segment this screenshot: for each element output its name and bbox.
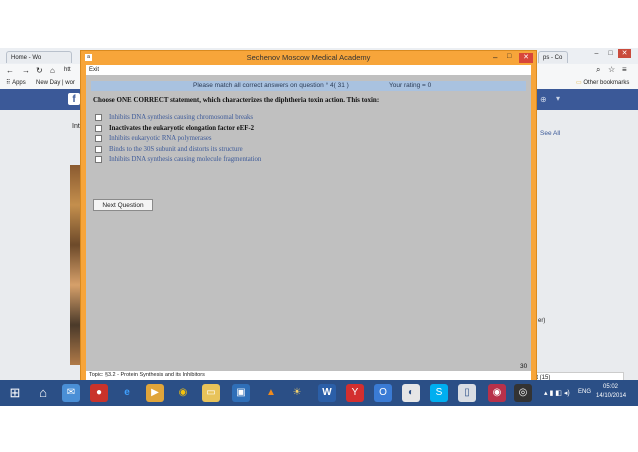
other-bookmarks-label: Other bookmarks [583,80,630,86]
question-counter: 30 [520,363,528,370]
dialog-content: Please match all correct answers on ques… [86,75,531,380]
word-icon[interactable]: W [318,384,336,402]
clock-time[interactable]: 05:02 [603,384,618,390]
close-icon[interactable]: ✕ [618,49,631,58]
next-question-button[interactable]: Next Question [93,199,153,211]
clock-date[interactable]: 14/10/2014 [596,393,626,399]
home-icon[interactable]: ⌂ [34,384,52,402]
bookmark-item[interactable]: New Day | wor [36,78,75,89]
media-icon[interactable]: ▶ [146,384,164,402]
app-small-icon: a [85,54,92,61]
eye-icon[interactable]: ◉ [488,384,506,402]
dialog-title: Sechenov Moscow Medical Academy [246,53,371,62]
dialog-menubar: Exit [86,65,531,75]
menu-icon[interactable]: ≡ [622,65,627,74]
see-all-link[interactable]: See All [540,130,560,137]
home-button-icon[interactable]: ⌂ [50,66,55,75]
globe-icon[interactable]: ⊕ [540,95,547,104]
chrome-icon[interactable]: ◉ [174,384,192,402]
outlook-icon[interactable]: O [374,384,392,402]
menu-exit[interactable]: Exit [89,65,99,75]
page-text: Int [72,123,80,130]
camera-icon[interactable]: ◎ [514,384,532,402]
facebook-icon[interactable]: f [68,93,80,105]
yandex-icon[interactable]: Y [346,384,364,402]
answer-label[interactable]: Inhibits DNA synthesis causing chromosom… [109,114,253,121]
side-text: er) [538,318,546,324]
disk-icon[interactable]: ◐ [402,384,420,402]
answer-option[interactable]: Binds to the 30S subunit and distorts it… [95,145,243,154]
dialog-maximize-icon[interactable]: □ [507,53,511,60]
language-indicator[interactable]: ENG [578,389,591,395]
ie-icon[interactable]: e [118,384,136,402]
windows-start-icon[interactable]: ⊞ [6,384,24,402]
answer-checkbox[interactable] [95,155,102,163]
vlc-icon[interactable]: ▲ [262,384,280,402]
dialog-close-icon[interactable]: ✕ [519,53,533,63]
skype-icon[interactable]: S [430,384,448,402]
folder-small-icon: ▭ [576,80,582,86]
apps-icon: ⠿ [6,80,11,86]
answer-option[interactable]: Inhibits eukaryotic RNA polymerases [95,134,212,143]
star-icon[interactable]: ☆ [608,65,615,74]
taskbar: ⊞ ⌂ ✉ ● e ▶ ◉ ▭ ▣ ▲ ☀ W Y O ◐ S ▯ ◉ ◎ ▴ … [0,380,638,406]
monitor-icon[interactable]: ▣ [232,384,250,402]
topic-text: Topic: §3.2 - Protein Synthesis and its … [89,372,205,378]
reload-icon[interactable]: ↻ [36,66,43,75]
answer-option[interactable]: Inhibits DNA synthesis causing molecule … [95,155,261,164]
app-icon[interactable]: ● [90,384,108,402]
back-icon[interactable]: ← [6,66,14,75]
dialog-minimize-icon[interactable]: – [493,53,497,62]
answer-label[interactable]: Binds to the 30S subunit and distorts it… [109,146,243,153]
browser-tab-home[interactable]: Home - Wo [6,51,72,63]
window-icon[interactable]: ▯ [458,384,476,402]
answer-label[interactable]: Inhibits eukaryotic RNA polymerases [109,135,212,142]
url-text[interactable]: htt [64,67,71,73]
answer-checkbox[interactable] [95,145,102,153]
forward-icon[interactable]: → [22,66,30,75]
answer-option[interactable]: Inactivates the eukaryotic elongation fa… [95,124,254,133]
rating-text: Your rating = 0 [389,82,432,89]
quiz-dialog: Sechenov Moscow Medical Academy a – □ ✕ … [80,50,537,383]
question-header-bar: Please match all correct answers on ques… [91,81,526,91]
tray-icons[interactable]: ▴ ▮ ◧ ◂) [544,389,570,397]
bookmark-apps[interactable]: ⠿ Apps [6,78,26,89]
maximize-icon[interactable]: □ [604,49,617,58]
photo-strip [70,165,80,365]
search-icon[interactable]: ⌕ [596,65,600,75]
answer-option[interactable]: Inhibits DNA synthesis causing chromosom… [95,113,253,122]
dropdown-icon[interactable]: ▾ [556,94,560,103]
tab-label: ps - Co [543,55,563,61]
mail-icon[interactable]: ✉ [62,384,80,402]
tab-label: Home - Wo [11,55,42,61]
browser-tab-2[interactable]: ps - Co [538,51,568,63]
bookmark-apps-label: Apps [12,80,26,86]
question-header: Please match all correct answers on ques… [193,82,349,89]
answer-checkbox[interactable] [95,113,102,121]
answer-label[interactable]: Inhibits DNA synthesis causing molecule … [109,156,261,163]
answer-label[interactable]: Inactivates the eukaryotic elongation fa… [109,125,254,132]
bookmark-other[interactable]: ▭ Other bookmarks [576,78,629,89]
bulb-icon[interactable]: ☀ [288,384,306,402]
folder-icon[interactable]: ▭ [202,384,220,402]
answer-checkbox[interactable] [95,134,102,142]
minimize-icon[interactable]: – [590,49,603,58]
question-text: Choose ONE CORRECT statement, which char… [93,96,380,104]
topic-bar: Topic: §3.2 - Protein Synthesis and its … [86,371,531,380]
answer-checkbox[interactable] [95,124,102,132]
